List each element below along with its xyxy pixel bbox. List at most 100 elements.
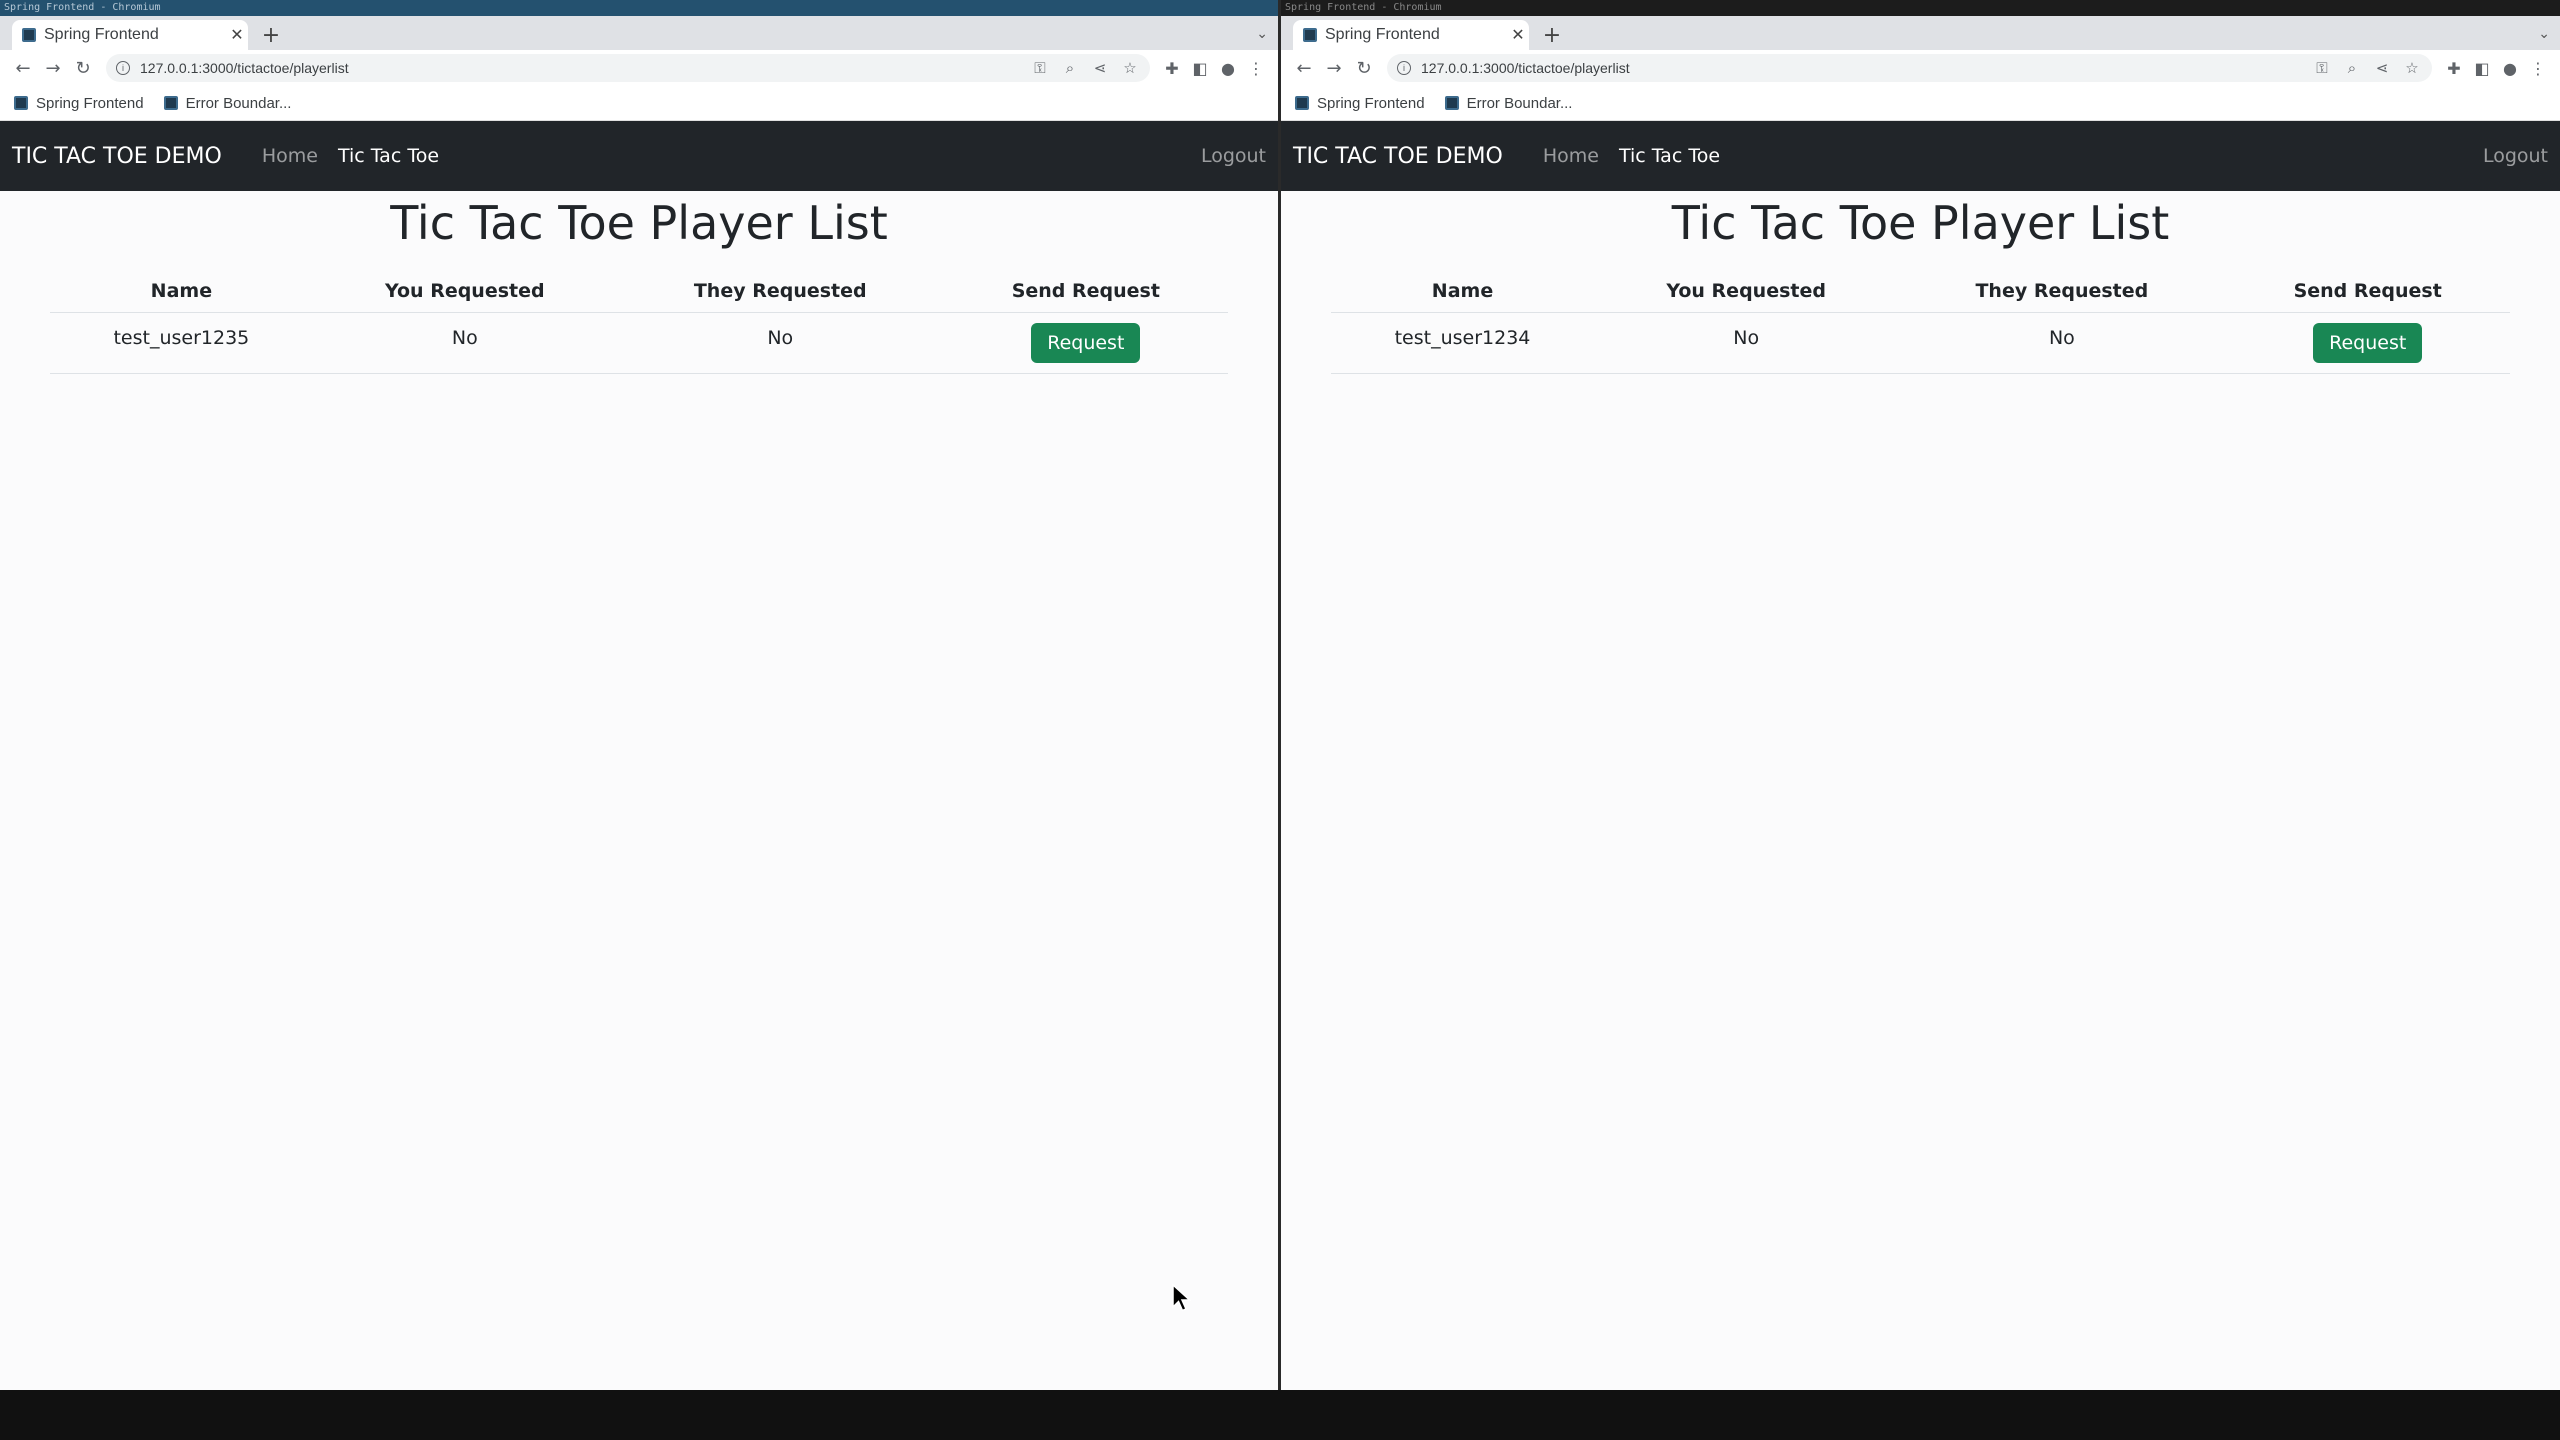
- profile-icon[interactable]: ●: [1214, 59, 1242, 78]
- column-header-they-requested: They Requested: [1898, 271, 2226, 313]
- bookmark-label: Error Boundar...: [1466, 94, 1573, 112]
- logout-link[interactable]: Logout: [2483, 145, 2548, 167]
- tab-title: Spring Frontend: [44, 26, 159, 43]
- you-requested-value: No: [1594, 312, 1899, 374]
- player-name: test_user1235: [50, 312, 313, 374]
- column-header-name: Name: [50, 271, 313, 313]
- bookmark-label: Spring Frontend: [36, 94, 144, 112]
- app-navbar: TIC TAC TOE DEMO Home Tic Tac Toe Logout: [1281, 121, 2560, 191]
- key-icon[interactable]: ⚿: [1030, 60, 1050, 77]
- column-header-send-request: Send Request: [943, 271, 1228, 313]
- column-header-name: Name: [1331, 271, 1595, 313]
- extensions-icon[interactable]: ✚: [2440, 59, 2468, 78]
- bookmarks-bar: Spring Frontend Error Boundar...: [0, 86, 1278, 121]
- logout-link[interactable]: Logout: [1201, 145, 1266, 167]
- send-request-cell: Request: [2225, 312, 2510, 374]
- browser-toolbar: ← → ↻ i 127.0.0.1:3000/tictactoe/playerl…: [0, 50, 1278, 86]
- share-icon[interactable]: ⋖: [1090, 59, 1110, 77]
- nav-link-tictactoe[interactable]: Tic Tac Toe: [1619, 145, 1720, 167]
- navbar-brand[interactable]: TIC TAC TOE DEMO: [12, 144, 222, 169]
- send-request-cell: Request: [943, 312, 1228, 374]
- browser-window-right: Spring Frontend - Chromium Spring Fronte…: [1281, 0, 2560, 1390]
- column-header-you-requested: You Requested: [312, 271, 617, 313]
- column-header-they-requested: They Requested: [616, 271, 944, 313]
- column-header-you-requested: You Requested: [1594, 271, 1899, 313]
- nav-link-home[interactable]: Home: [262, 145, 318, 167]
- column-header-send-request: Send Request: [2225, 271, 2510, 313]
- bookmark-item[interactable]: Error Boundar...: [1444, 94, 1573, 112]
- browser-window-left: Spring Frontend - Chromium Spring Fronte…: [0, 0, 1281, 1390]
- forward-icon[interactable]: →: [1319, 53, 1349, 83]
- bookmark-item[interactable]: Spring Frontend: [14, 95, 144, 112]
- os-window-title: Spring Frontend - Chromium: [1281, 0, 2560, 16]
- main-content: Tic Tac Toe Player List Name You Request…: [1281, 191, 2560, 374]
- tab-search-icon[interactable]: ⌄: [2538, 26, 2550, 42]
- url-text: 127.0.0.1:3000/tictactoe/playerlist: [140, 60, 349, 76]
- site-info-icon[interactable]: i: [116, 61, 130, 75]
- back-icon[interactable]: ←: [1289, 53, 1319, 83]
- zoom-icon[interactable]: ⌕: [2342, 60, 2362, 77]
- os-window-title: Spring Frontend - Chromium: [0, 0, 1278, 16]
- table-header-row: Name You Requested They Requested Send R…: [1331, 271, 2510, 313]
- nav-link-home[interactable]: Home: [1543, 145, 1599, 167]
- close-tab-icon[interactable]: ✕: [1507, 25, 1529, 45]
- mouse-cursor-icon: [1172, 1283, 1192, 1312]
- app-navbar: TIC TAC TOE DEMO Home Tic Tac Toe Logout: [0, 121, 1278, 191]
- nav-link-tictactoe[interactable]: Tic Tac Toe: [338, 145, 439, 167]
- navbar-brand[interactable]: TIC TAC TOE DEMO: [1293, 144, 1503, 169]
- table-row: test_user1234 No No Request: [1331, 312, 2510, 374]
- bookmark-label: Spring Frontend: [1317, 94, 1425, 112]
- menu-icon[interactable]: ⋮: [1242, 59, 1270, 78]
- extensions-icon[interactable]: ✚: [1158, 59, 1186, 78]
- favicon-icon: [1444, 96, 1459, 110]
- player-table: Name You Requested They Requested Send R…: [50, 271, 1228, 374]
- main-content: Tic Tac Toe Player List Name You Request…: [0, 191, 1278, 374]
- they-requested-value: No: [1898, 312, 2226, 374]
- bookmark-star-icon[interactable]: ☆: [2402, 59, 2422, 77]
- player-name: test_user1234: [1331, 312, 1595, 374]
- url-text: 127.0.0.1:3000/tictactoe/playerlist: [1421, 60, 1630, 76]
- zoom-icon[interactable]: ⌕: [1060, 60, 1080, 77]
- new-tab-icon[interactable]: +: [1539, 24, 1565, 50]
- side-panel-icon[interactable]: ◧: [2468, 59, 2496, 78]
- share-icon[interactable]: ⋖: [2372, 59, 2392, 77]
- new-tab-icon[interactable]: +: [258, 24, 284, 50]
- tab-strip: Spring Frontend ✕ + ⌄: [1281, 16, 2560, 50]
- bookmark-item[interactable]: Spring Frontend: [1295, 95, 1425, 112]
- key-icon[interactable]: ⚿: [2312, 60, 2332, 77]
- page-title: Tic Tac Toe Player List: [1671, 196, 2170, 250]
- favicon-icon: [22, 28, 36, 42]
- player-table: Name You Requested They Requested Send R…: [1331, 271, 2510, 374]
- reload-icon[interactable]: ↻: [1349, 53, 1379, 83]
- side-panel-icon[interactable]: ◧: [1186, 59, 1214, 78]
- browser-tab[interactable]: Spring Frontend ✕: [1293, 20, 1529, 50]
- request-button[interactable]: Request: [2313, 323, 2423, 363]
- bookmarks-bar: Spring Frontend Error Boundar...: [1281, 86, 2560, 121]
- tab-strip: Spring Frontend ✕ + ⌄: [0, 16, 1278, 50]
- they-requested-value: No: [616, 312, 944, 374]
- favicon-icon: [1303, 28, 1317, 42]
- browser-toolbar: ← → ↻ i 127.0.0.1:3000/tictactoe/playerl…: [1281, 50, 2560, 86]
- bookmark-star-icon[interactable]: ☆: [1120, 59, 1140, 77]
- favicon-icon: [1295, 96, 1309, 110]
- address-bar[interactable]: i 127.0.0.1:3000/tictactoe/playerlist ⚿ …: [106, 54, 1150, 82]
- table-row: test_user1235 No No Request: [50, 312, 1228, 374]
- browser-tab[interactable]: Spring Frontend ✕: [12, 20, 248, 50]
- close-tab-icon[interactable]: ✕: [226, 25, 248, 45]
- address-bar[interactable]: i 127.0.0.1:3000/tictactoe/playerlist ⚿ …: [1387, 54, 2432, 82]
- table-header-row: Name You Requested They Requested Send R…: [50, 271, 1228, 313]
- tab-title: Spring Frontend: [1325, 26, 1440, 43]
- request-button[interactable]: Request: [1031, 323, 1141, 363]
- bookmark-item[interactable]: Error Boundar...: [163, 94, 292, 112]
- back-icon[interactable]: ←: [8, 53, 38, 83]
- favicon-icon: [14, 96, 28, 110]
- profile-icon[interactable]: ●: [2496, 59, 2524, 78]
- tab-search-icon[interactable]: ⌄: [1256, 26, 1268, 42]
- reload-icon[interactable]: ↻: [68, 53, 98, 83]
- forward-icon[interactable]: →: [38, 53, 68, 83]
- site-info-icon[interactable]: i: [1397, 61, 1411, 75]
- you-requested-value: No: [312, 312, 617, 374]
- page-title: Tic Tac Toe Player List: [390, 196, 888, 250]
- bookmark-label: Error Boundar...: [185, 94, 292, 112]
- menu-icon[interactable]: ⋮: [2524, 59, 2552, 78]
